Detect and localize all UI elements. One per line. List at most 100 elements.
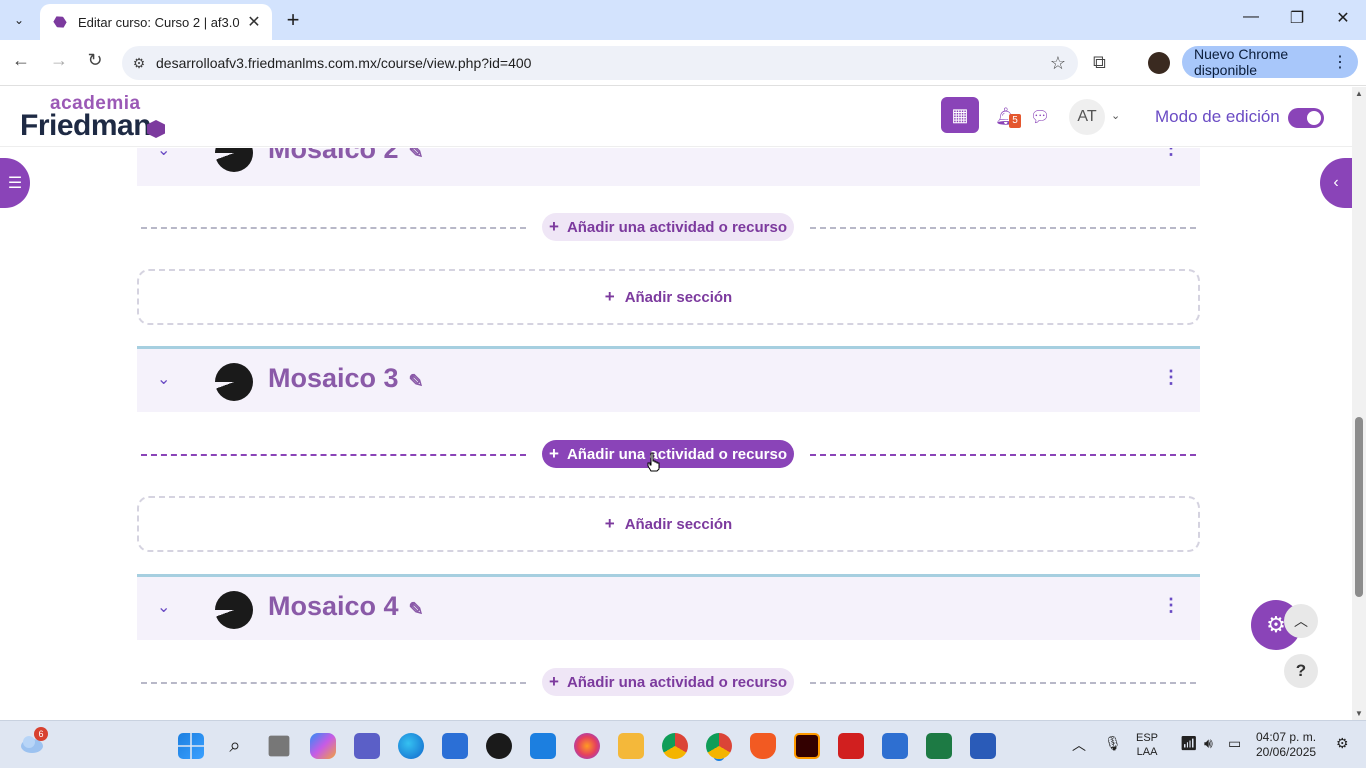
tab-search-chevron-icon[interactable]: ⌄ xyxy=(6,8,32,32)
dell-icon[interactable] xyxy=(486,733,512,759)
language-indicator[interactable]: ESP LAA xyxy=(1136,731,1158,759)
lang-code: ESP xyxy=(1136,732,1159,744)
section-title[interactable]: Mosaico 4 ✎ xyxy=(268,591,424,622)
section-pie-icon xyxy=(215,591,253,629)
task-view-icon[interactable] xyxy=(268,735,290,757)
section-header-mosaico-3: ⌄ Mosaico 3 ✎ ⋮ xyxy=(137,346,1200,412)
help-button[interactable]: ? xyxy=(1284,654,1318,688)
notepad-icon[interactable] xyxy=(882,733,908,759)
section-header-mosaico-4: ⌄ Mosaico 4 ✎ ⋮ xyxy=(137,574,1200,640)
collapse-chevron-icon[interactable]: ⌄ xyxy=(157,148,170,160)
edit-pencil-icon[interactable]: ✎ xyxy=(409,599,424,619)
list-icon: ☰ xyxy=(7,175,23,192)
section-title[interactable]: Mosaico 2 ✎ xyxy=(268,148,424,165)
section-title[interactable]: Mosaico 3 ✎ xyxy=(268,363,424,394)
lang-layout: LAA xyxy=(1136,746,1158,758)
system-clock[interactable]: 04:07 p. m. 20/06/2025 xyxy=(1256,730,1316,760)
divider-dashed-active xyxy=(810,454,1196,456)
back-to-top-button[interactable]: ︿ xyxy=(1284,604,1318,638)
chrome-icon[interactable] xyxy=(662,733,688,759)
search-icon[interactable]: ⌕ xyxy=(222,733,248,759)
bookmark-star-icon[interactable]: ☆ xyxy=(1038,53,1078,74)
profile-avatar-icon[interactable] xyxy=(1148,52,1170,74)
plus-icon: + xyxy=(604,287,615,306)
url-text[interactable]: desarrolloafv3.friedmanlms.com.mx/course… xyxy=(156,55,1038,71)
add-section-button[interactable]: + Añadir sección xyxy=(137,496,1200,552)
close-window-icon[interactable]: ✕ xyxy=(1328,8,1358,28)
word-icon[interactable] xyxy=(970,733,996,759)
site-info-icon[interactable]: ⚙ xyxy=(122,55,156,72)
excel-icon[interactable] xyxy=(926,733,952,759)
back-arrow-icon[interactable]: ← xyxy=(8,50,34,71)
logo-main-text[interactable]: Friedman xyxy=(20,109,152,143)
volume-icon[interactable]: 🔊︎ xyxy=(1204,735,1213,752)
scroll-down-arrow-icon[interactable]: ▼ xyxy=(1352,709,1366,718)
user-avatar[interactable]: AT xyxy=(1069,99,1105,135)
collapse-chevron-icon[interactable]: ⌄ xyxy=(157,597,170,617)
section-menu-icon[interactable]: ⋮ xyxy=(1162,148,1180,159)
acrobat-icon[interactable] xyxy=(838,733,864,759)
start-windows-icon[interactable] xyxy=(178,733,204,759)
mail-icon[interactable] xyxy=(530,733,556,759)
copilot-icon[interactable] xyxy=(310,733,336,759)
section-pie-icon xyxy=(215,363,253,401)
hand-cursor-icon xyxy=(647,452,660,472)
close-tab-icon[interactable]: ✕ xyxy=(244,12,264,32)
section-menu-icon[interactable]: ⋮ xyxy=(1162,367,1180,388)
edge-browser-icon[interactable] xyxy=(398,733,424,759)
notifications-icon[interactable]: ⚙ xyxy=(1336,735,1349,752)
course-content: ⌄ Mosaico 2 ✎ ⋮ + Añadir una actividad o r… xyxy=(0,148,1352,720)
scroll-up-arrow-icon[interactable]: ▲ xyxy=(1352,89,1366,98)
add-activity-button[interactable]: + Añadir una actividad o recurso xyxy=(542,213,794,241)
section-menu-icon[interactable]: ⋮ xyxy=(1162,595,1180,616)
show-hidden-icons-chevron-icon[interactable]: ︿ xyxy=(1072,735,1086,755)
file-explorer-icon[interactable] xyxy=(618,733,644,759)
add-activity-button-hover[interactable]: + Añadir una actividad o recurso xyxy=(542,440,794,468)
browser-tab-strip: ⌄ Editar curso: Curso 2 | af3.0 ✕ + — ❐ … xyxy=(0,0,1366,40)
add-activity-button[interactable]: + Añadir una actividad o recurso xyxy=(542,668,794,696)
page-scrollbar[interactable]: ▲ ▼ xyxy=(1352,87,1366,720)
minimize-icon[interactable]: — xyxy=(1236,8,1266,26)
chevron-left-icon: ‹ xyxy=(1333,174,1339,191)
edit-mode-toggle[interactable] xyxy=(1288,108,1324,128)
plus-icon: + xyxy=(549,444,559,463)
reload-icon[interactable]: ↻ xyxy=(82,50,108,71)
microphone-icon[interactable]: 🎙︎ xyxy=(1104,735,1122,752)
address-bar[interactable]: ⚙ desarrolloafv3.friedmanlms.com.mx/cour… xyxy=(122,46,1078,80)
plus-icon: + xyxy=(549,672,559,691)
battery-icon[interactable]: ▭ xyxy=(1228,735,1241,752)
chrome-menu-icon[interactable]: ⋮ xyxy=(1332,52,1348,72)
firefox-icon[interactable] xyxy=(574,733,600,759)
user-menu-chevron-icon[interactable]: ⌄ xyxy=(1111,109,1120,122)
brave-icon[interactable] xyxy=(750,733,776,759)
section-header-mosaico-2: ⌄ Mosaico 2 ✎ ⋮ xyxy=(137,148,1200,186)
chevron-up-icon: ︿ xyxy=(1294,613,1308,629)
notification-count-badge: 5 xyxy=(1009,114,1021,128)
clock-date: 20/06/2025 xyxy=(1256,745,1317,759)
scrollbar-thumb[interactable] xyxy=(1355,417,1363,597)
extensions-puzzle-icon[interactable]: ⧉ xyxy=(1093,52,1106,73)
question-icon: ? xyxy=(1295,661,1307,680)
illustrator-icon[interactable] xyxy=(794,733,820,759)
chrome-active-icon[interactable] xyxy=(706,733,732,759)
new-tab-plus-icon[interactable]: + xyxy=(282,8,304,32)
chrome-update-button[interactable]: Nuevo Chrome disponible ⋮ xyxy=(1182,46,1358,78)
grid-icon: ▦ xyxy=(951,104,969,125)
wifi-icon[interactable]: 📶︎ xyxy=(1180,735,1198,752)
forward-arrow-icon[interactable]: → xyxy=(46,50,72,71)
maximize-icon[interactable]: ❐ xyxy=(1282,8,1312,28)
divider-dashed xyxy=(810,227,1196,229)
messages-chat-icon[interactable]: 💬︎ xyxy=(1030,107,1050,127)
add-section-button[interactable]: + Añadir sección xyxy=(137,269,1200,325)
windows-taskbar: 6 ⌕ ︿ 🎙︎ ESP LAA 📶︎ 🔊︎ ▭ 04:07 p. m. 20/… xyxy=(0,720,1366,768)
collapse-chevron-icon[interactable]: ⌄ xyxy=(157,369,170,389)
teams-icon[interactable] xyxy=(354,733,380,759)
clock-time: 04:07 p. m. xyxy=(1256,730,1317,744)
tab-title: Editar curso: Curso 2 | af3.0 xyxy=(78,14,240,30)
edit-pencil-icon[interactable]: ✎ xyxy=(409,148,424,162)
active-tab[interactable]: Editar curso: Curso 2 | af3.0 ✕ xyxy=(40,4,272,40)
site-header: academia Friedman ▦ 🔔︎ 5 💬︎ AT ⌄ Modo de… xyxy=(0,87,1352,147)
edit-pencil-icon[interactable]: ✎ xyxy=(409,371,424,391)
apps-grid-button[interactable]: ▦ xyxy=(941,97,979,133)
microsoft-store-icon[interactable] xyxy=(442,733,468,759)
